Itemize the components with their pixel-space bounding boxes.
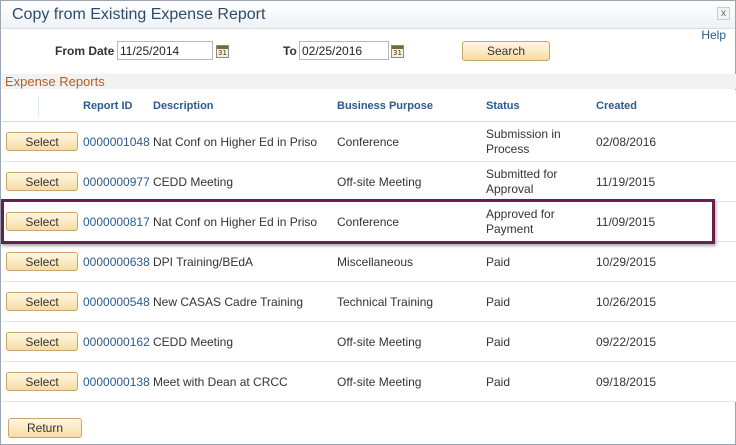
purpose-cell: Off-site Meeting bbox=[337, 335, 422, 349]
copy-expense-dialog: Copy from Existing Expense Report x Help… bbox=[0, 0, 736, 445]
column-header-status[interactable]: Status bbox=[486, 100, 520, 112]
search-button[interactable]: Search bbox=[462, 41, 550, 61]
select-button[interactable]: Select bbox=[6, 252, 78, 271]
status-line-2: Payment bbox=[486, 222, 534, 236]
status-line-1: Submitted for bbox=[486, 167, 558, 181]
description-cell: CEDD Meeting bbox=[153, 335, 234, 349]
report-id-link[interactable]: 0000000817 bbox=[83, 215, 150, 229]
expense-reports-section-title: Expense Reports bbox=[2, 74, 736, 89]
select-button[interactable]: Select bbox=[6, 292, 78, 311]
status-line-1: Submission in bbox=[486, 127, 561, 141]
created-cell: 10/29/2015 bbox=[596, 255, 657, 269]
return-button[interactable]: Return bbox=[8, 418, 82, 438]
purpose-cell: Off-site Meeting bbox=[337, 375, 422, 389]
column-header-created[interactable]: Created bbox=[596, 100, 637, 112]
title-bar: Copy from Existing Expense Report x bbox=[1, 1, 735, 29]
column-divider bbox=[38, 96, 39, 116]
description-cell: Meet with Dean at CRCC bbox=[153, 375, 288, 389]
status-cell: Paid bbox=[486, 255, 511, 269]
status-cell: Submission in Process bbox=[486, 127, 586, 157]
purpose-cell: Off-site Meeting bbox=[337, 175, 422, 189]
status-line-2: Approval bbox=[486, 182, 534, 196]
table-row: Select 0000000977 CEDD Meeting Off-site … bbox=[2, 162, 736, 202]
created-cell: 02/08/2016 bbox=[596, 135, 657, 149]
purpose-cell: Conference bbox=[337, 135, 400, 149]
created-cell: 09/22/2015 bbox=[596, 335, 657, 349]
help-link[interactable]: Help bbox=[701, 28, 726, 42]
description-cell: Nat Conf on Higher Ed in Priso bbox=[153, 215, 318, 229]
select-button[interactable]: Select bbox=[6, 172, 78, 191]
description-cell: CEDD Meeting bbox=[153, 175, 234, 189]
dialog-title: Copy from Existing Expense Report bbox=[12, 6, 266, 23]
report-id-link[interactable]: 0000001048 bbox=[83, 135, 150, 149]
created-cell: 10/26/2015 bbox=[596, 295, 657, 309]
from-date-input[interactable] bbox=[117, 41, 213, 60]
to-date-input[interactable] bbox=[299, 41, 389, 60]
created-cell: 11/19/2015 bbox=[596, 175, 656, 189]
table-row: Select 0000000162 CEDD Meeting Off-site … bbox=[2, 322, 736, 362]
select-button[interactable]: Select bbox=[6, 212, 78, 231]
report-id-link[interactable]: 0000000638 bbox=[83, 255, 150, 269]
report-id-link[interactable]: 0000000977 bbox=[83, 175, 150, 189]
report-id-link[interactable]: 0000000162 bbox=[83, 335, 150, 349]
purpose-cell: Conference bbox=[337, 215, 400, 229]
table-row: Select 0000000138 Meet with Dean at CRCC… bbox=[2, 362, 736, 402]
report-id-link[interactable]: 0000000138 bbox=[83, 375, 150, 389]
to-date-calendar-icon[interactable]: 31 bbox=[391, 45, 404, 58]
column-header-description[interactable]: Description bbox=[153, 100, 214, 112]
table-row: Select 0000000638 DPI Training/BEdA Misc… bbox=[2, 242, 736, 282]
status-cell: Submitted for Approval bbox=[486, 167, 586, 197]
select-button[interactable]: Select bbox=[6, 372, 78, 391]
purpose-cell: Technical Training bbox=[337, 295, 434, 309]
created-cell: 11/09/2015 bbox=[596, 215, 656, 229]
status-cell: Paid bbox=[486, 295, 511, 309]
column-header-business-purpose[interactable]: Business Purpose bbox=[337, 100, 433, 112]
column-header-report-id[interactable]: Report ID bbox=[83, 100, 133, 112]
table-row: Select 0000001048 Nat Conf on Higher Ed … bbox=[2, 122, 736, 162]
description-cell: Nat Conf on Higher Ed in Priso bbox=[153, 135, 318, 149]
purpose-cell: Miscellaneous bbox=[337, 255, 414, 269]
table-row: Select 0000000548 New CASAS Cadre Traini… bbox=[2, 282, 736, 322]
to-date-label: To bbox=[283, 44, 297, 58]
status-line-1: Approved for bbox=[486, 207, 555, 221]
grid-header: Report ID Description Business Purpose S… bbox=[2, 90, 736, 122]
table-row-selected: Select 0000000817 Nat Conf on Higher Ed … bbox=[2, 202, 736, 242]
created-cell: 09/18/2015 bbox=[596, 375, 657, 389]
close-icon[interactable]: x bbox=[717, 7, 730, 20]
status-cell: Paid bbox=[486, 335, 511, 349]
description-cell: New CASAS Cadre Training bbox=[153, 295, 304, 309]
status-cell: Paid bbox=[486, 375, 511, 389]
select-button[interactable]: Select bbox=[6, 332, 78, 351]
from-date-calendar-icon[interactable]: 31 bbox=[216, 45, 229, 58]
description-cell: DPI Training/BEdA bbox=[153, 255, 254, 269]
status-line-2: Process bbox=[486, 142, 530, 156]
select-button[interactable]: Select bbox=[6, 132, 78, 151]
status-cell: Approved for Payment bbox=[486, 207, 586, 237]
report-id-link[interactable]: 0000000548 bbox=[83, 295, 150, 309]
from-date-label: From Date bbox=[55, 44, 115, 58]
